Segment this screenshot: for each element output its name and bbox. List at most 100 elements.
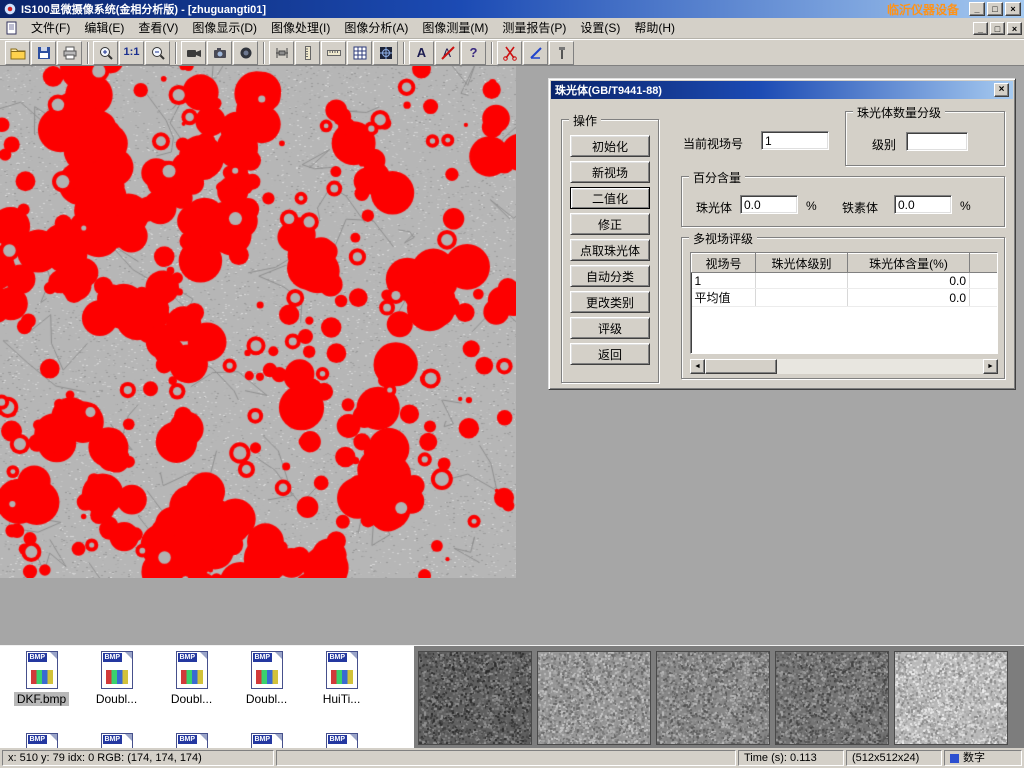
menu-item-image-process[interactable]: 图像处理(I) xyxy=(264,19,337,38)
page-fold xyxy=(275,652,282,659)
angle-measure-button[interactable] xyxy=(523,41,548,65)
text-delete-button[interactable]: A xyxy=(435,41,460,65)
digital-mode-icon xyxy=(950,754,959,763)
print-button[interactable] xyxy=(57,41,82,65)
current-field-input[interactable] xyxy=(761,131,829,150)
crosshair-grid-button[interactable] xyxy=(373,41,398,65)
scroll-thumb[interactable] xyxy=(705,359,777,374)
col-pearlite-content[interactable]: 珠光体含量(%) xyxy=(848,254,970,273)
menu-item-report[interactable]: 测量报告(P) xyxy=(495,19,573,38)
menu-item-settings[interactable]: 设置(S) xyxy=(573,19,627,38)
menu-item-image-analysis[interactable]: 图像分析(A) xyxy=(337,19,415,38)
zoom-out-button[interactable] xyxy=(145,41,170,65)
thumbnail-1[interactable] xyxy=(418,651,532,745)
cell-ferrite xyxy=(970,273,999,289)
op-auto-classify-button[interactable]: 自动分类 xyxy=(570,265,650,287)
grid-button[interactable] xyxy=(347,41,372,65)
zoom-out-icon xyxy=(150,45,166,61)
capture-icon xyxy=(238,45,254,61)
file-item[interactable]: BMP DKF.bmp xyxy=(4,651,79,706)
pearlite-dialog: 珠光体(GB/T9441-88) × 操作 初始化 新视场 二值化 修正 点取珠… xyxy=(548,78,1016,390)
dialog-close-button[interactable]: × xyxy=(994,83,1009,97)
text-annotation-button[interactable]: A xyxy=(409,41,434,65)
cut-button[interactable] xyxy=(497,41,522,65)
op-change-class-button[interactable]: 更改类别 xyxy=(570,291,650,313)
status-position: x: 510 y: 79 idx: 0 RGB: (174, 174, 174) xyxy=(2,750,274,766)
thumbnail-5[interactable] xyxy=(894,651,1008,745)
child-minimize-button[interactable]: _ xyxy=(973,22,988,35)
file-item-partial[interactable]: BMP xyxy=(304,733,379,748)
col-ferrite[interactable]: 铁素 xyxy=(970,254,999,273)
toolbar-separator xyxy=(491,42,493,64)
op-correct-button[interactable]: 修正 xyxy=(570,213,650,235)
grade-input[interactable] xyxy=(906,132,968,151)
file-item[interactable]: BMP Doubl... xyxy=(154,651,229,706)
bmp-badge: BMP xyxy=(178,653,198,662)
scroll-left-button[interactable]: ◄ xyxy=(690,359,705,374)
bmp-art xyxy=(31,670,53,684)
file-item[interactable]: BMP Doubl... xyxy=(79,651,154,706)
actual-size-button[interactable]: 1:1 xyxy=(119,41,144,65)
menu-item-edit[interactable]: 编辑(E) xyxy=(77,19,131,38)
file-name[interactable]: DKF.bmp xyxy=(14,692,69,706)
camera-button[interactable] xyxy=(207,41,232,65)
file-name[interactable]: Doubl... xyxy=(243,692,290,706)
micrograph-image[interactable] xyxy=(0,66,516,578)
op-grade-button[interactable]: 评级 xyxy=(570,317,650,339)
thumbnail-4[interactable] xyxy=(775,651,889,745)
save-floppy-icon xyxy=(36,45,52,61)
actual-size-icon: 1:1 xyxy=(124,47,140,58)
file-item[interactable]: BMP HuiTi... xyxy=(304,651,379,706)
bmp-badge: BMP xyxy=(28,735,48,744)
op-binarize-button[interactable]: 二值化 xyxy=(570,187,650,209)
op-return-button[interactable]: 返回 xyxy=(570,343,650,365)
file-item-partial[interactable]: BMP xyxy=(4,733,79,748)
menu-item-image-display[interactable]: 图像显示(D) xyxy=(185,19,264,38)
help-button[interactable]: ? xyxy=(461,41,486,65)
video-camera-button[interactable] xyxy=(181,41,206,65)
ferrite-input[interactable] xyxy=(894,195,952,214)
close-button[interactable]: × xyxy=(1005,2,1021,16)
file-name[interactable]: Doubl... xyxy=(93,692,140,706)
scroll-track[interactable] xyxy=(705,359,983,374)
restore-button[interactable]: □ xyxy=(987,2,1003,16)
pin-button[interactable] xyxy=(549,41,574,65)
col-field-number[interactable]: 视场号 xyxy=(692,254,756,273)
file-item-partial[interactable]: BMP xyxy=(154,733,229,748)
thumbnail-2[interactable] xyxy=(537,651,651,745)
file-name[interactable]: HuiTi... xyxy=(320,692,364,706)
zoom-in-button[interactable] xyxy=(93,41,118,65)
capture-button[interactable] xyxy=(233,41,258,65)
op-pick-pearlite-button[interactable]: 点取珠光体 xyxy=(570,239,650,261)
dialog-titlebar[interactable]: 珠光体(GB/T9441-88) × xyxy=(551,81,1013,99)
menu-item-image-measure[interactable]: 图像测量(M) xyxy=(415,19,495,38)
table-row[interactable]: 平均值 0.0 xyxy=(692,289,999,307)
file-item[interactable]: BMP Doubl... xyxy=(229,651,304,706)
pearlite-input[interactable] xyxy=(740,195,798,214)
child-close-button[interactable]: × xyxy=(1007,22,1022,35)
ruler-horizontal-button[interactable] xyxy=(321,41,346,65)
op-new-field-button[interactable]: 新视场 xyxy=(570,161,650,183)
file-item-partial[interactable]: BMP xyxy=(79,733,154,748)
text-annotation-icon: A xyxy=(417,46,426,59)
file-name[interactable]: Doubl... xyxy=(168,692,215,706)
op-init-button[interactable]: 初始化 xyxy=(570,135,650,157)
bmp-art xyxy=(181,670,203,684)
open-button[interactable] xyxy=(5,41,30,65)
child-restore-button[interactable]: □ xyxy=(990,22,1005,35)
video-camera-icon xyxy=(186,45,202,61)
col-pearlite-grade[interactable]: 珠光体级别 xyxy=(756,254,848,273)
ruler-vertical-button[interactable] xyxy=(295,41,320,65)
mdi-document-icon[interactable] xyxy=(4,20,20,36)
caliper-button[interactable] xyxy=(269,41,294,65)
thumbnail-3[interactable] xyxy=(656,651,770,745)
cell-ferrite xyxy=(970,289,999,307)
menu-item-help[interactable]: 帮助(H) xyxy=(627,19,682,38)
table-row[interactable]: 1 0.0 xyxy=(692,273,999,289)
menu-item-file[interactable]: 文件(F) xyxy=(24,19,77,38)
save-button[interactable] xyxy=(31,41,56,65)
minimize-button[interactable]: _ xyxy=(969,2,985,16)
menu-item-view[interactable]: 查看(V) xyxy=(131,19,185,38)
scroll-right-button[interactable]: ► xyxy=(983,359,998,374)
file-item-partial[interactable]: BMP xyxy=(229,733,304,748)
